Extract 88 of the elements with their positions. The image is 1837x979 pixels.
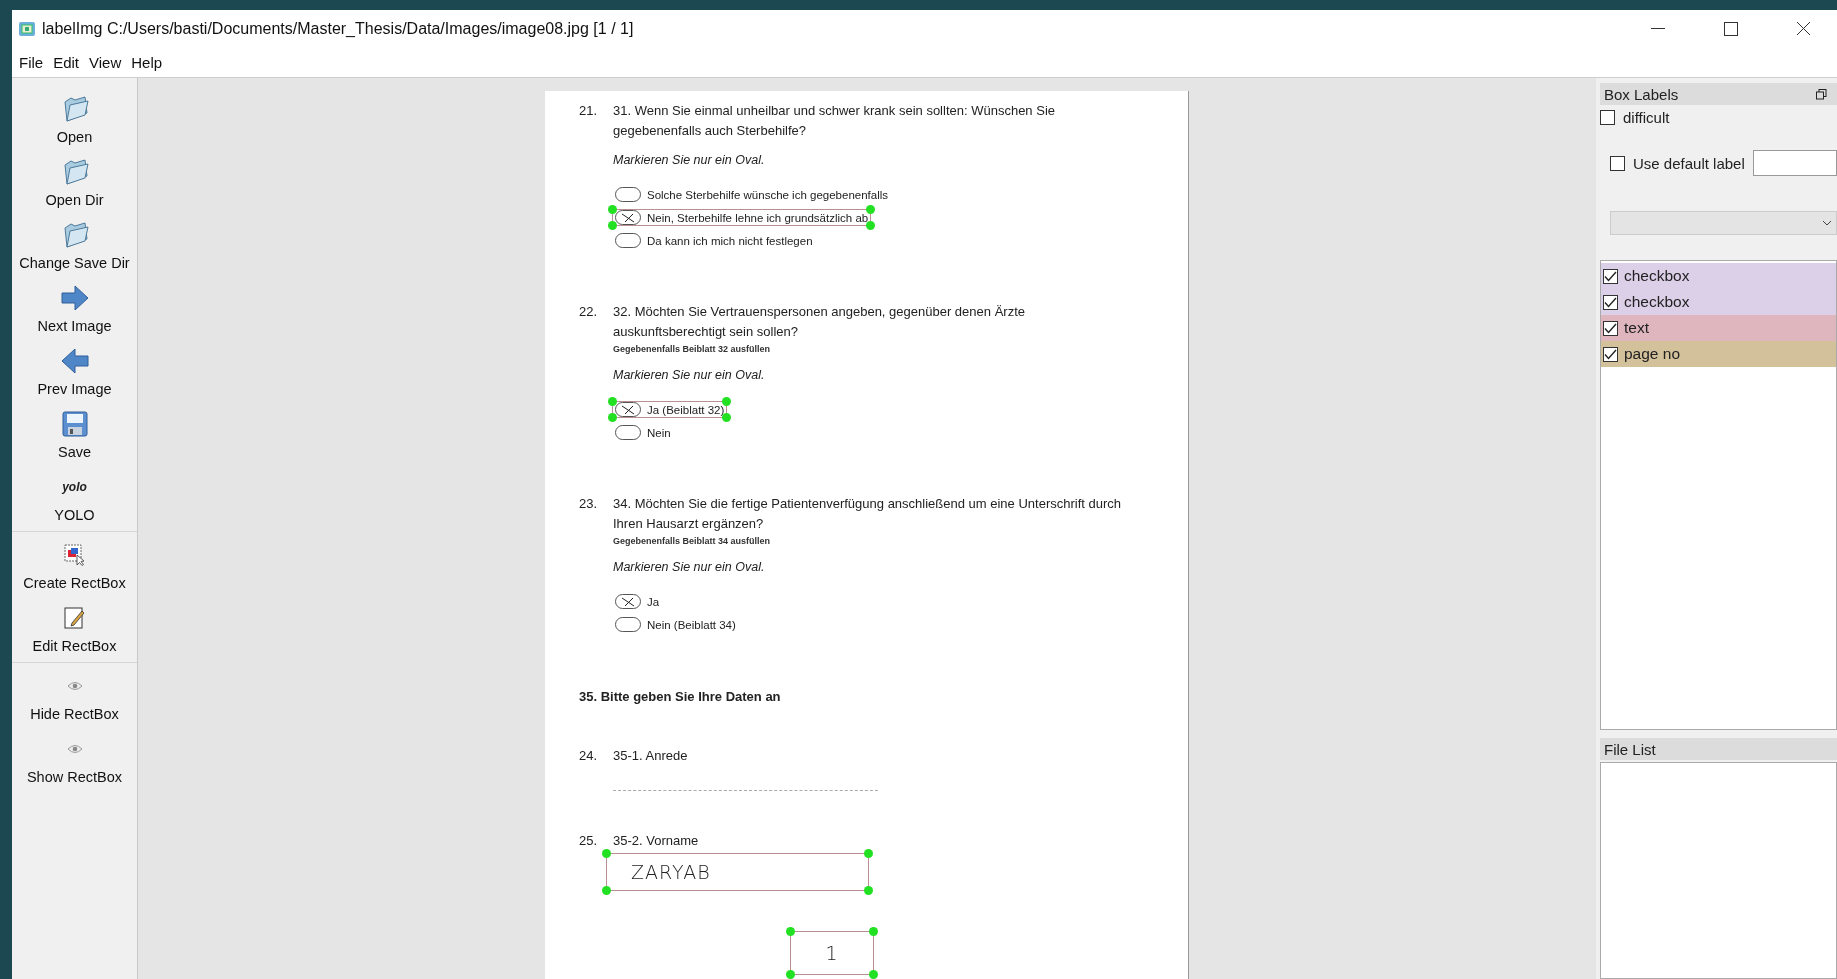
corner-handle[interactable]	[786, 970, 795, 979]
difficult-checkbox[interactable]: difficult	[1600, 109, 1837, 126]
label-item[interactable]: page no	[1601, 341, 1836, 367]
question-text: 35-2. Vorname	[613, 832, 699, 850]
question-text: gegebenenfalls auch Sterbehilfe?	[613, 122, 806, 140]
label-item[interactable]: checkbox	[1601, 263, 1836, 289]
right-arrow-icon	[60, 285, 89, 311]
menu-item[interactable]: View	[84, 51, 127, 73]
toolbar-button[interactable]: Change Save Dir	[12, 214, 137, 277]
question-number: 22.	[579, 303, 599, 321]
question-number: 25.	[579, 832, 599, 850]
edit-note-icon	[63, 607, 86, 629]
corner-handle[interactable]	[869, 927, 878, 936]
toolbar-button[interactable]: Show RectBox	[12, 728, 137, 791]
float-icon[interactable]	[1816, 88, 1827, 100]
create-box-icon	[63, 544, 86, 566]
dock-title: Box Labels	[1604, 85, 1680, 103]
corner-handle[interactable]	[786, 927, 795, 936]
option-label: Ja (Beiblatt 32)	[647, 403, 725, 416]
minimize-icon	[1650, 27, 1665, 30]
left-arrow-icon	[60, 348, 89, 374]
label-text: text	[1624, 319, 1649, 337]
label-checkbox[interactable]	[1603, 346, 1618, 362]
checkbox-label: Use default label	[1633, 154, 1745, 172]
label-checkbox[interactable]	[1603, 294, 1618, 310]
instruction-text: Markieren Sie nur ein Oval.	[613, 367, 765, 384]
checkbox-label: difficult	[1623, 109, 1670, 126]
question-text: auskunftsberechtigt sein sollen?	[613, 323, 798, 341]
corner-handle[interactable]	[602, 886, 611, 895]
close-icon	[1796, 21, 1811, 36]
corner-handle[interactable]	[864, 886, 873, 895]
eye-icon	[66, 681, 83, 691]
label-checkbox[interactable]	[1603, 320, 1618, 336]
label-dropdown[interactable]	[1610, 211, 1837, 235]
option-label: Da kann ich mich nicht festlegen	[647, 234, 813, 247]
question-text: 31. Wenn Sie einmal unheilbar und schwer krank sein sollten: Wünschen Sie	[613, 102, 1055, 120]
cross-mark-icon	[620, 596, 636, 607]
toolbar-button[interactable]: Save	[12, 403, 137, 466]
toolbar-button[interactable]: Hide RectBox	[12, 665, 137, 728]
toolbar-button[interactable]: Prev Image	[12, 340, 137, 403]
toolbar-button[interactable]: yolo YOLO	[12, 466, 137, 529]
label-text: page no	[1624, 345, 1681, 363]
label-checkbox[interactable]	[1603, 268, 1618, 284]
default-label-input[interactable]	[1752, 150, 1837, 176]
toolbar-button[interactable]: Edit RectBox	[12, 597, 137, 660]
menu-item[interactable]: File	[14, 51, 49, 73]
option-label: Nein, Sterbehilfe lehne ich grundsätzlich ab	[647, 211, 869, 224]
window-title: labelImg C:/Users/basti/Documents/Master_Thesis/Data/Images/image08.jpg [1 / 1]	[42, 19, 634, 38]
corner-handle[interactable]	[602, 849, 611, 858]
cross-mark-icon	[620, 212, 636, 223]
cross-mark-icon	[620, 404, 636, 415]
question-number: 21.	[579, 102, 599, 120]
app-icon	[18, 19, 36, 38]
option-label: Nein	[647, 426, 671, 439]
option-label: Nein (Beiblatt 34)	[647, 618, 736, 631]
chevron-down-icon	[1822, 220, 1832, 226]
question-text: 35-1. Anrede	[613, 747, 688, 765]
question-number: 23.	[579, 495, 599, 513]
question-note: Gegebenenfalls Beiblatt 34 ausfüllen	[613, 535, 771, 548]
corner-handle[interactable]	[864, 849, 873, 858]
label-text: checkbox	[1624, 267, 1690, 285]
option-label: Ja	[647, 595, 660, 608]
question-text: 34. Möchten Sie die fertige Patientenverfügung anschließend um eine Unterschrift durch	[613, 495, 1121, 513]
toolbar-button[interactable]: Create RectBox	[12, 534, 137, 597]
toolbar-button[interactable]: Next Image	[12, 277, 137, 340]
handwritten-answer: ZARYAB	[631, 861, 711, 883]
toolbar-button[interactable]: Open	[12, 88, 137, 151]
default-label-checkbox[interactable]: Use default label	[1610, 154, 1745, 172]
question-note: Gegebenenfalls Beiblatt 32 ausfüllen	[613, 343, 771, 356]
option-label: Solche Sterbehilfe wünsche ich gegebenenfalls	[647, 188, 889, 201]
instruction-text: Markieren Sie nur ein Oval.	[613, 559, 765, 576]
corner-handle[interactable]	[869, 970, 878, 979]
question-number: 24.	[579, 747, 599, 765]
dock-title: File List	[1604, 740, 1657, 758]
yolo-glyph: yolo	[62, 480, 87, 494]
menu-item[interactable]: Help	[126, 51, 168, 73]
maximize-icon	[1723, 21, 1738, 36]
eye-icon	[66, 744, 83, 754]
section-heading: 35. Bitte geben Sie Ihre Daten an	[579, 689, 782, 704]
toolbar-button[interactable]: Open Dir	[12, 151, 137, 214]
label-text: checkbox	[1624, 293, 1690, 311]
label-item[interactable]: checkbox	[1601, 289, 1836, 315]
instruction-text: Markieren Sie nur ein Oval.	[613, 152, 765, 169]
menu-item[interactable]: Edit	[48, 51, 85, 73]
question-text: Ihren Hausarzt ergänzen?	[613, 515, 764, 533]
label-item[interactable]: text	[1601, 315, 1836, 341]
page-number: 1	[825, 942, 839, 964]
question-text: 32. Möchten Sie Vertrauenspersonen angeben, gegenüber denen Ärzte	[613, 303, 1025, 321]
